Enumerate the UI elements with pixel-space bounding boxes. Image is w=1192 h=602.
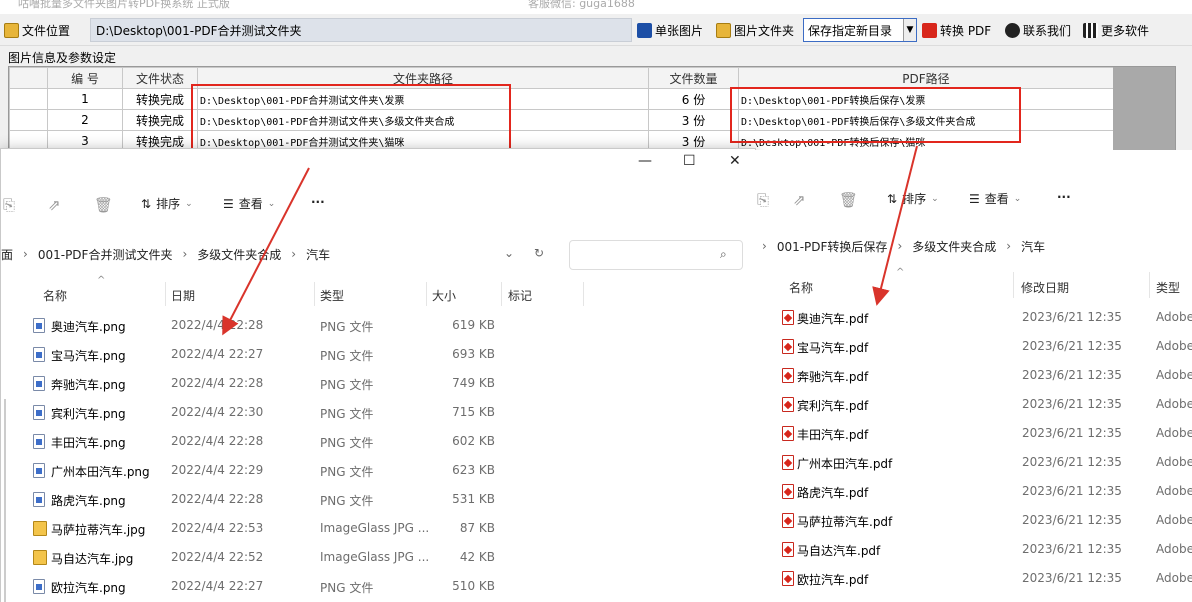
arrow-to-source-files [222,167,310,336]
arrow-to-pdf-files [872,145,918,306]
annotation-arrows [222,145,918,336]
